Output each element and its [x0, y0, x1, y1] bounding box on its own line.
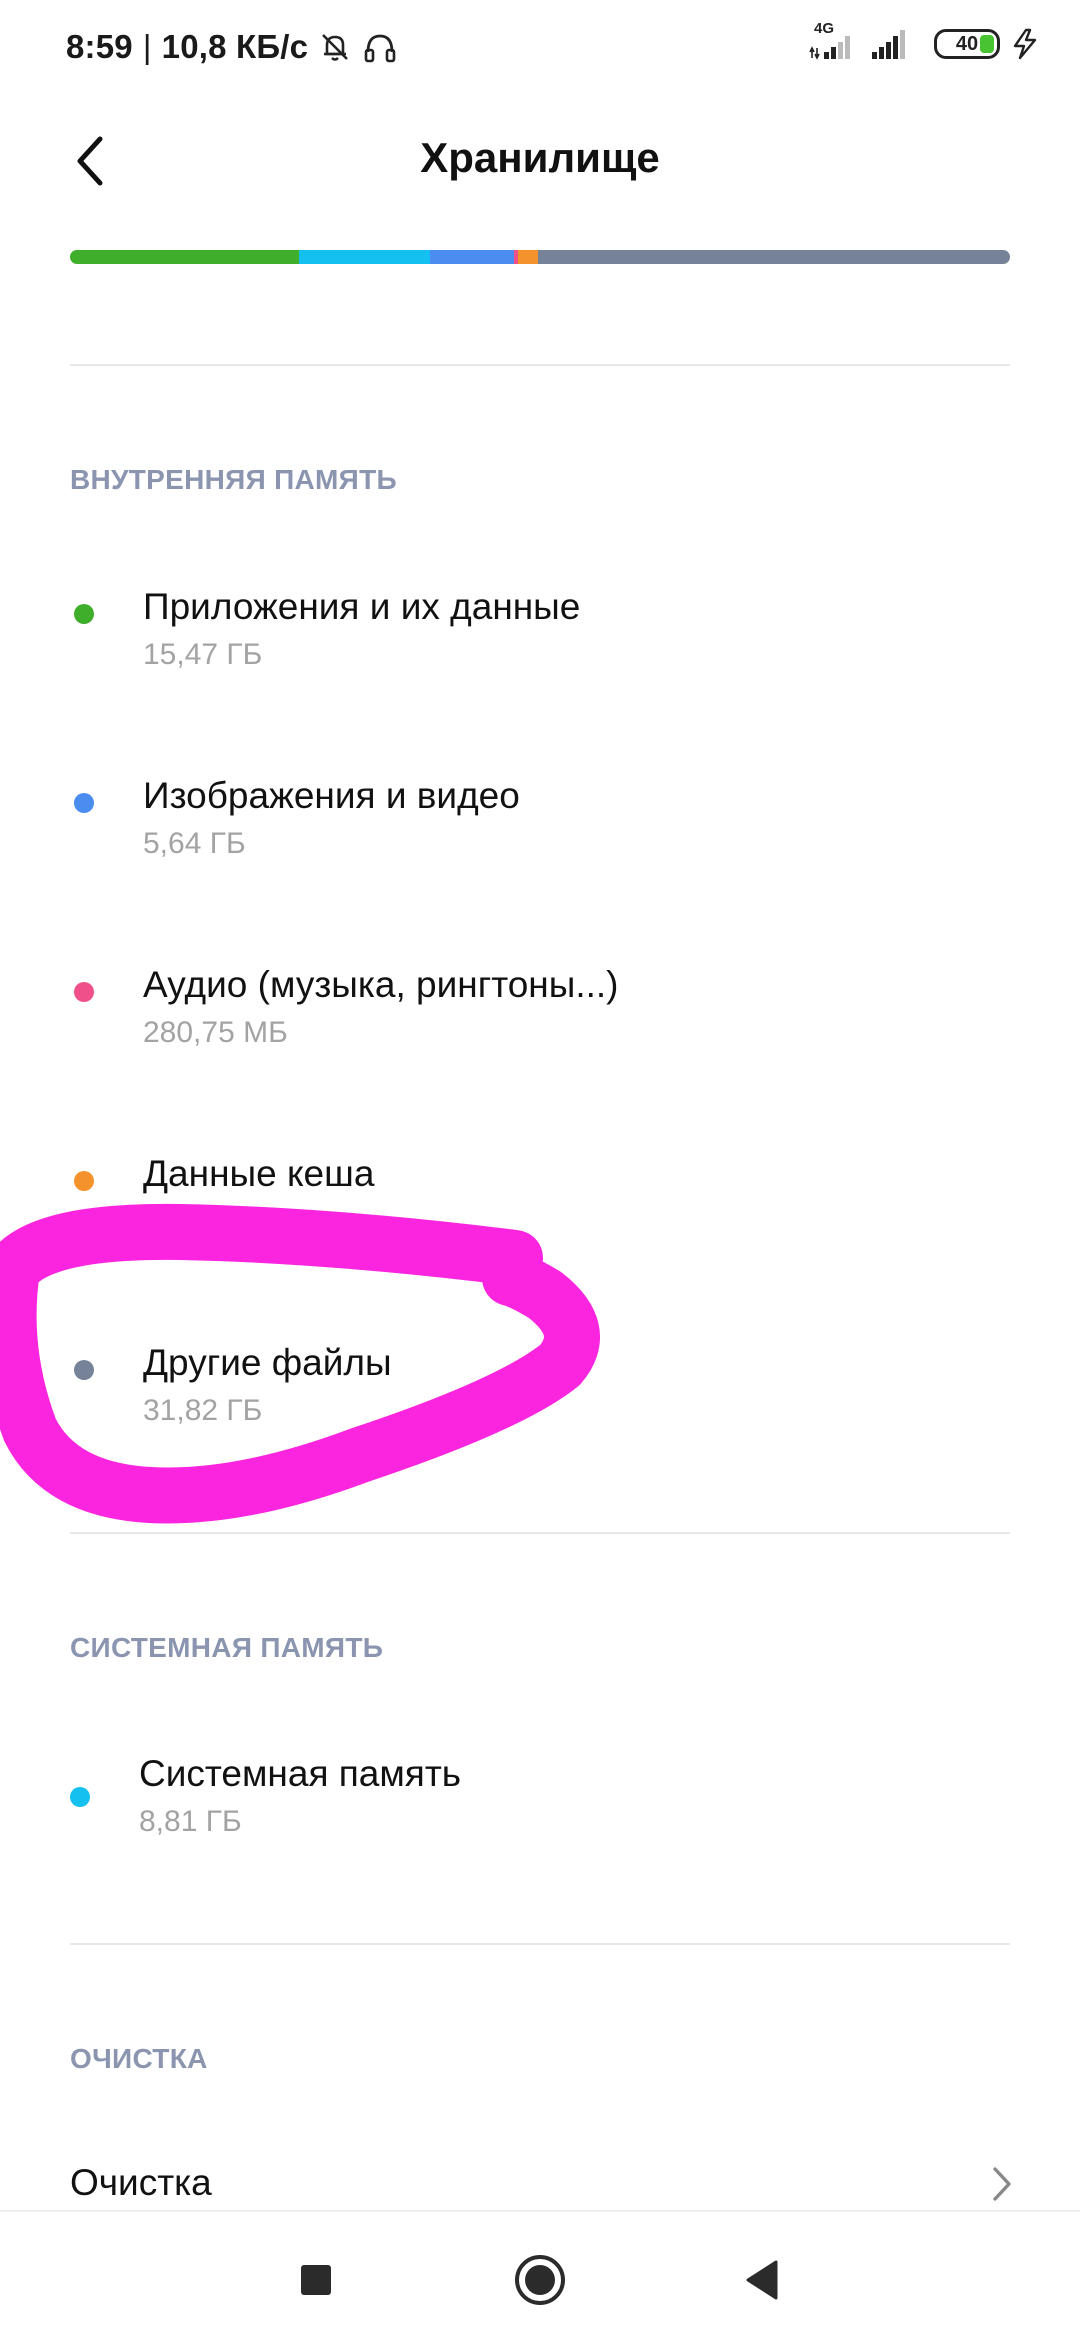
color-dot: [74, 982, 94, 1002]
status-right: 4G 40: [808, 20, 1040, 62]
status-bar: 8:59 | 10,8 КБ/с 4G 40: [0, 0, 1080, 100]
divider: [70, 1532, 1010, 1534]
storage-item-audio[interactable]: Аудио (музыка, рингтоны...) 280,75 МБ: [0, 952, 1080, 1082]
color-dot: [74, 1360, 94, 1380]
item-size: 15,47 ГБ: [143, 638, 263, 671]
section-title-cleanup: ОЧИСТКА: [70, 2043, 208, 2074]
item-label: Данные кеша: [143, 1153, 375, 1194]
navigation-bar: [0, 2210, 1080, 2342]
header: Хранилище: [0, 110, 1080, 210]
back-triangle-icon: [746, 2260, 778, 2300]
home-circle-icon: [515, 2255, 565, 2305]
status-time: 8:59: [66, 28, 133, 65]
item-size: 280,75 МБ: [143, 1016, 288, 1049]
divider: [70, 1943, 1010, 1945]
page-title: Хранилище: [420, 134, 660, 181]
storage-bar-segment: [70, 250, 300, 264]
storage-bar-segment: [299, 250, 431, 264]
item-label: Изображения и видео: [143, 775, 520, 816]
divider: [70, 364, 1010, 366]
color-dot: [74, 793, 94, 813]
storage-item-system[interactable]: Системная память 8,81 ГБ: [0, 1741, 1080, 1871]
storage-item-other-files[interactable]: Другие файлы 31,82 ГБ: [0, 1330, 1080, 1460]
signal-icon: 4G: [808, 20, 860, 62]
status-separator: |: [142, 28, 152, 65]
section-title-system: СИСТЕМНАЯ ПАМЯТЬ: [70, 1632, 384, 1663]
storage-item-images[interactable]: Изображения и видео 5,64 ГБ: [0, 763, 1080, 893]
item-label: Приложения и их данные: [143, 586, 581, 627]
item-size: 5,64 ГБ: [143, 827, 246, 860]
color-dot: [70, 1787, 90, 1807]
charging-icon: [1013, 28, 1037, 60]
muted-bell-icon: [322, 34, 349, 61]
status-left: 8:59 | 10,8 КБ/с: [66, 28, 398, 66]
recents-square-icon: [301, 2265, 331, 2295]
item-label: Аудио (музыка, рингтоны...): [143, 964, 619, 1005]
storage-bar-segment: [430, 250, 514, 264]
signal-icon: [872, 30, 905, 59]
storage-usage-bar: [70, 250, 1010, 264]
back-nav-button[interactable]: [732, 2250, 792, 2310]
headphones-icon: [364, 34, 396, 63]
storage-item-cache[interactable]: Данные кеша 1,36 ГБ: [0, 1141, 1080, 1271]
home-button[interactable]: [510, 2250, 570, 2310]
storage-item-apps[interactable]: Приложения и их данные 15,47 ГБ: [0, 574, 1080, 704]
network-speed: 10,8 КБ/с: [161, 28, 309, 65]
item-size: 1,36 ГБ: [143, 1205, 246, 1238]
battery-icon: 40: [934, 29, 1000, 59]
storage-bar-segment: [538, 250, 1010, 264]
battery-level: 40: [955, 32, 979, 55]
section-title-internal: ВНУТРЕННЯЯ ПАМЯТЬ: [70, 464, 397, 495]
recents-button[interactable]: [286, 2250, 346, 2310]
color-dot: [74, 1171, 94, 1191]
chevron-right-icon: [993, 2167, 1011, 2201]
item-label: Другие файлы: [143, 1342, 392, 1383]
storage-bar-segment: [517, 250, 539, 264]
item-size: 8,81 ГБ: [139, 1805, 242, 1838]
cleanup-label: Очистка: [70, 2162, 212, 2203]
item-size: 31,82 ГБ: [143, 1394, 263, 1427]
item-label: Системная память: [139, 1753, 462, 1794]
color-dot: [74, 604, 94, 624]
